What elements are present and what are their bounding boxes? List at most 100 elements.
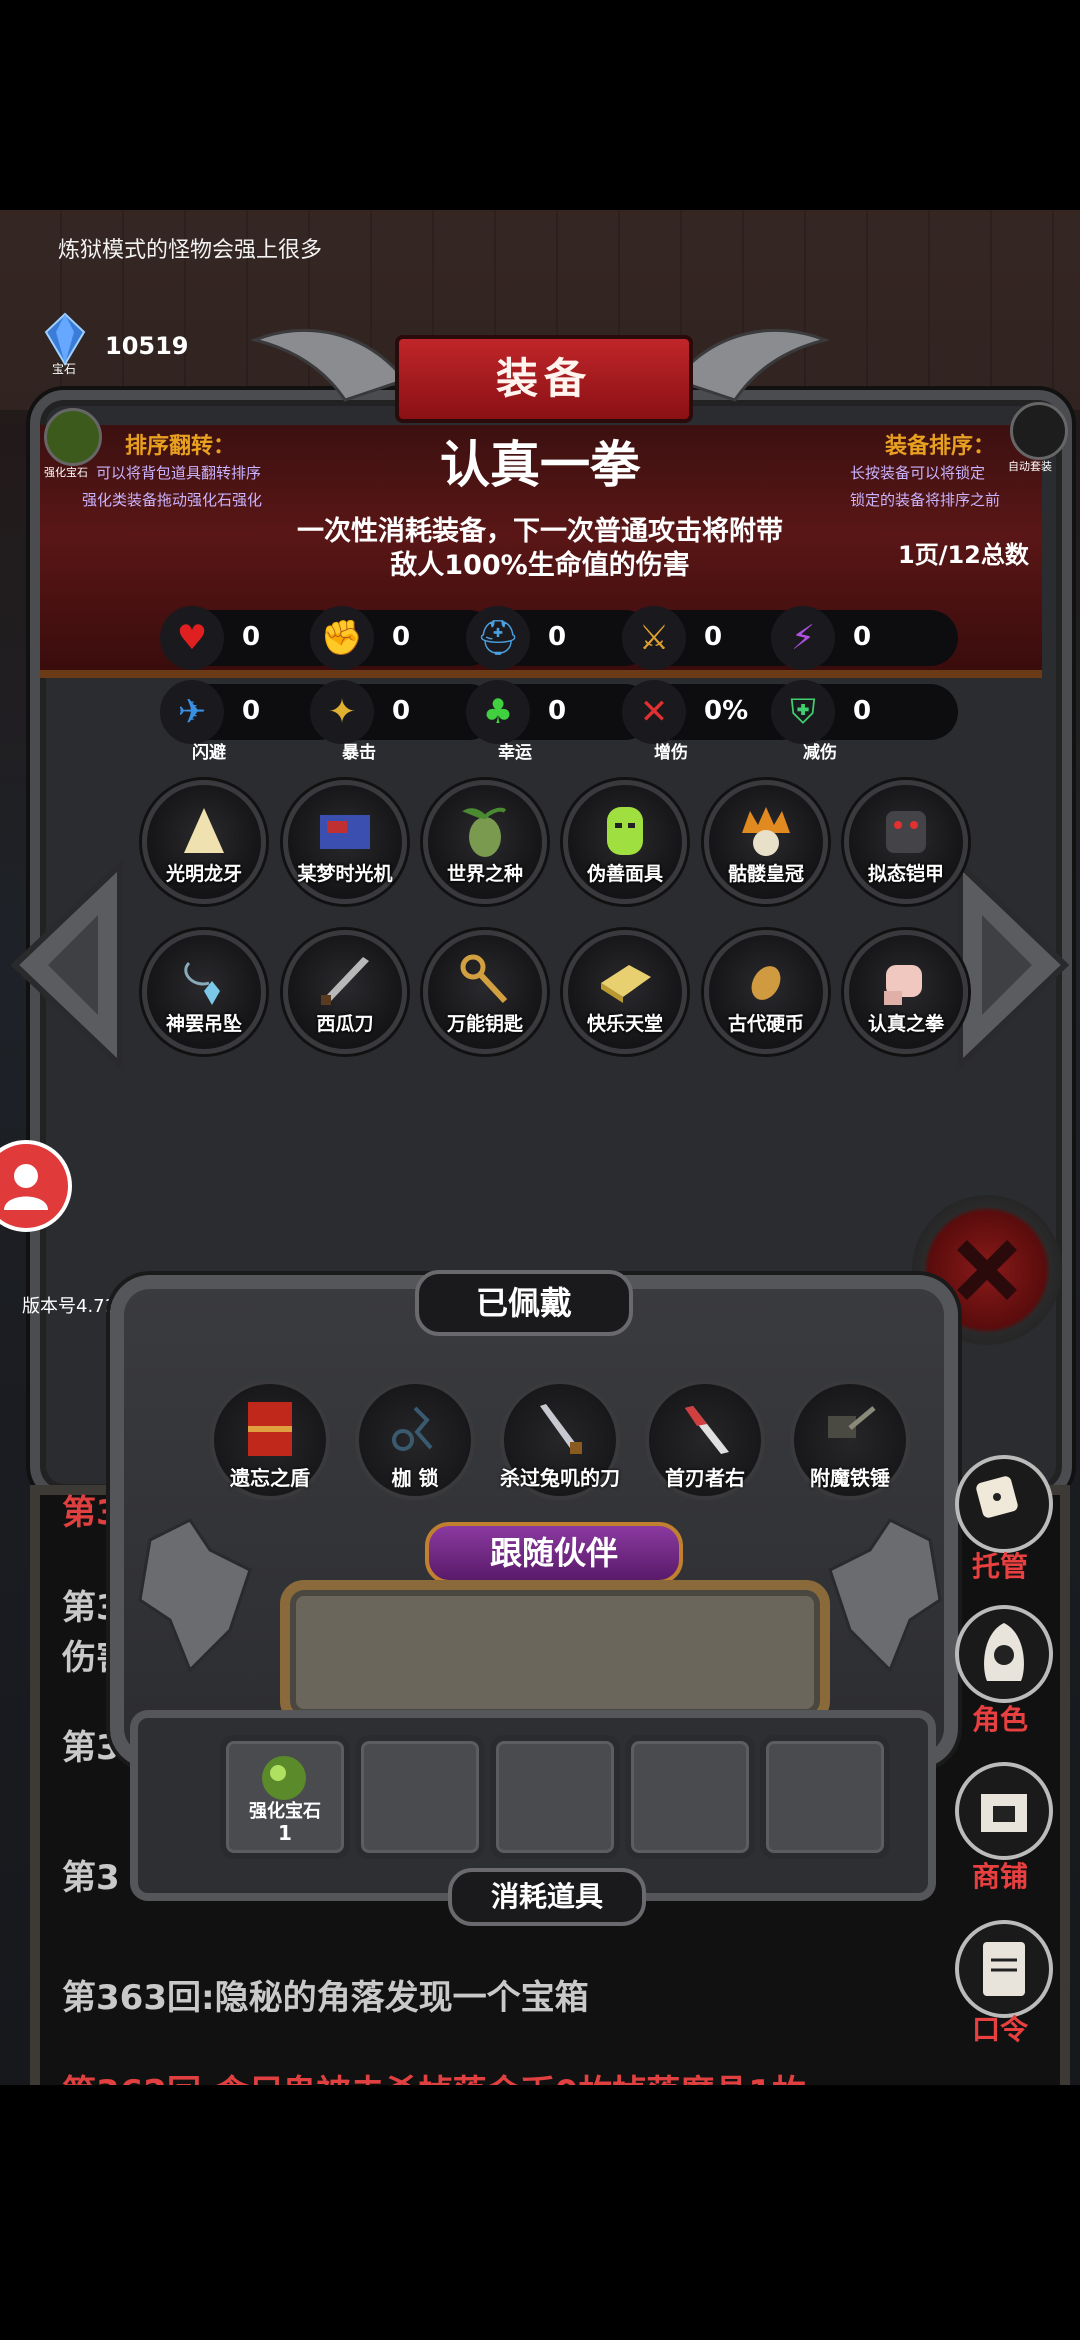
machete-icon [321, 957, 369, 1005]
world-seed-icon [462, 807, 507, 857]
game-screen: 炼狱模式的怪物会强上很多 宝石 10519 装备 强化宝石 自动套装 排序翻转：… [0, 210, 1080, 2085]
shop-button[interactable] [955, 1762, 1053, 1860]
notice-text: 炼狱模式的怪物会强上很多 [58, 238, 323, 263]
stat-value: 0 [392, 696, 411, 726]
wing-icon: ✈ [160, 680, 224, 744]
slot-count: 1 [278, 1821, 292, 1845]
item-label: 光明龙牙 [165, 863, 242, 885]
item-label: 杀过兔叽的刀 [500, 1466, 620, 1490]
stat-value: 0 [548, 622, 567, 652]
stat-value: 0 [242, 696, 261, 726]
stat-damage-reduction: ⛨ 0 减伤 [771, 680, 958, 763]
heart-icon: ♥ [160, 606, 224, 670]
book-icon [983, 1942, 1025, 1996]
shackles-icon [392, 1406, 433, 1451]
inventory-item[interactable]: 拟态铠甲 [844, 780, 968, 904]
item-description-line1: 一次性消耗装备，下一次普通攻击将附带 [297, 516, 783, 547]
dice-icon [976, 1476, 1018, 1518]
shield-icon: ⛨ [771, 680, 835, 744]
item-label: 神罢吊坠 [165, 1013, 242, 1035]
consumable-slot[interactable] [760, 1735, 890, 1859]
inventory-item[interactable]: 伪善面具 [563, 780, 687, 904]
stat-value: 0 [242, 622, 261, 652]
equipment-header: 装备 [395, 335, 693, 423]
inventory-item[interactable]: 神罢吊坠 [142, 930, 266, 1054]
consumables-title: 消耗道具 [448, 1868, 646, 1926]
master-key-icon [460, 954, 508, 1004]
shop-label: 商铺 [971, 1860, 1028, 1893]
stat-caption: 增伤 [654, 743, 688, 763]
next-page-arrow[interactable] [955, 860, 1070, 1070]
item-label: 附魔铁锤 [810, 1466, 890, 1490]
consumable-slot[interactable] [355, 1735, 485, 1859]
inventory-item[interactable]: 骷髅皇冠 [704, 780, 828, 904]
inventory-item[interactable]: 快乐天堂 [563, 930, 687, 1054]
previous-page-arrow[interactable] [10, 860, 125, 1070]
consumable-slot[interactable] [625, 1735, 755, 1859]
stat-speed: ⚡ 0 [771, 606, 958, 670]
inventory-item[interactable]: 认真之拳 [844, 930, 968, 1054]
pendant-icon [184, 961, 220, 1005]
stat-value: 0 [853, 696, 872, 726]
inventory-item[interactable]: 古代硬币 [704, 930, 828, 1054]
item-label: 认真之拳 [867, 1013, 944, 1035]
stat-caption: 暴击 [342, 743, 376, 763]
item-description: 一次性消耗装备，下一次普通攻击将附带 敌人100%生命值的伤害 [200, 515, 880, 583]
crossed-swords-icon: ✕ [622, 680, 686, 744]
log-line: 第363回:隐秘的角落发现一个宝箱 [62, 1978, 589, 2018]
mask-icon [607, 807, 643, 855]
equipped-item[interactable]: 附魔铁锤 [790, 1380, 910, 1500]
item-description-line2: 敌人100%生命值的伤害 [390, 550, 690, 581]
stat-value: 0% [704, 696, 749, 726]
consumable-slot[interactable] [490, 1735, 620, 1859]
equipped-item[interactable]: 杀过兔叽的刀 [500, 1380, 620, 1500]
stat-value: 0 [704, 622, 723, 652]
item-label: 枷 锁 [391, 1466, 439, 1490]
sword-icon: ⚔ [622, 606, 686, 670]
equipped-item[interactable]: 遗忘之盾 [210, 1380, 330, 1500]
consumable-slot[interactable]: 强化宝石 1 [220, 1735, 350, 1859]
character-button[interactable] [955, 1605, 1053, 1703]
item-title: 认真一拳 [440, 436, 640, 494]
auto-play-label: 托管 [971, 1550, 1028, 1583]
stat-value: 0 [548, 696, 567, 726]
inventory-item[interactable]: 万能钥匙 [423, 930, 547, 1054]
inventory-item[interactable]: 西瓜刀 [283, 930, 407, 1054]
stat-caption: 幸运 [498, 743, 532, 763]
bloody-blade-icon [685, 1406, 729, 1454]
left-dragon-ornament [250, 328, 405, 402]
right-gargoyle-ornament [828, 1518, 942, 1673]
right-dragon-ornament [675, 328, 830, 402]
stat-value: 0 [392, 622, 411, 652]
stat-caption: 减伤 [803, 743, 837, 763]
gem-count: 10519 [105, 332, 189, 360]
avatar-button[interactable] [0, 1140, 72, 1232]
strength-icon: ✊ [310, 606, 374, 670]
shop-icon [981, 1794, 1027, 1832]
hammer-icon [828, 1406, 876, 1438]
item-label: 古代硬币 [727, 1013, 804, 1035]
code-label: 口令 [971, 2013, 1028, 2046]
version-label: 版本号4.73 [22, 1296, 117, 1317]
item-label: 骷髅皇冠 [727, 863, 804, 885]
dragon-fang-icon [184, 808, 224, 853]
inventory-item[interactable]: 世界之种 [423, 780, 547, 904]
companion-slot[interactable] [280, 1580, 830, 1725]
character-label: 角色 [971, 1703, 1028, 1736]
item-label: 拟态铠甲 [867, 863, 944, 885]
helmet-icon: ⛑ [466, 606, 530, 670]
inventory-item[interactable]: 某梦时光机 [283, 780, 407, 904]
equipped-item[interactable]: 首刃者右 [645, 1380, 765, 1500]
code-button[interactable] [955, 1920, 1053, 2018]
item-label: 世界之种 [446, 863, 523, 885]
ancient-coin-icon [751, 966, 781, 1000]
equipped-item[interactable]: 枷 锁 [355, 1380, 475, 1500]
page-info: 1页/12总数 [898, 541, 1029, 569]
mimic-armor-icon [886, 811, 926, 853]
lightning-icon: ⚡ [771, 606, 835, 670]
item-label: 西瓜刀 [316, 1013, 374, 1035]
slot-label: 强化宝石 [249, 1801, 321, 1822]
inventory-item[interactable]: 光明龙牙 [142, 780, 266, 904]
auto-play-button[interactable] [955, 1455, 1053, 1553]
fist-icon [884, 965, 922, 1005]
